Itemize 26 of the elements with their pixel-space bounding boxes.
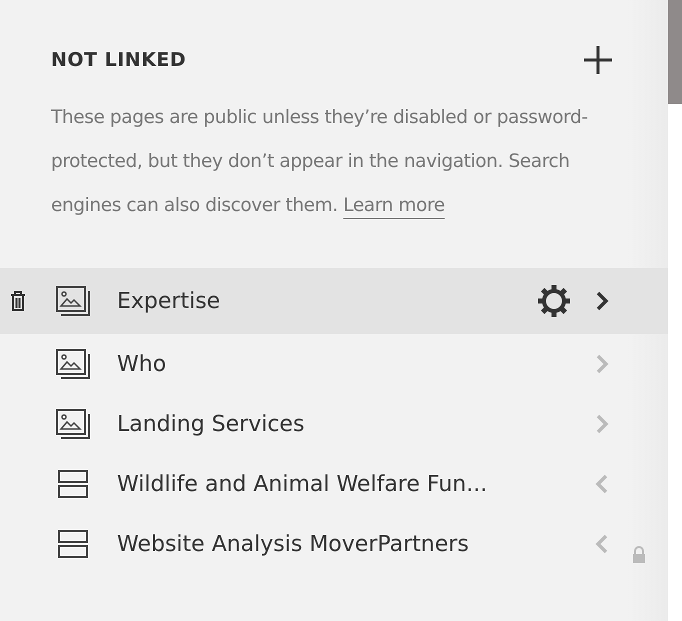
image-page-icon <box>56 349 90 379</box>
page-title: Wildlife and Animal Welfare Fun... <box>117 472 488 496</box>
stacked-rectangles-icon <box>56 529 90 559</box>
scrollbar-thumb[interactable] <box>668 0 682 104</box>
page-title: Expertise <box>117 288 222 314</box>
chevron-left-icon[interactable] <box>595 474 609 494</box>
section-title: NOT LINKED <box>51 49 186 71</box>
trash-icon[interactable] <box>10 291 26 311</box>
page-title: Landing Services <box>117 412 306 436</box>
scrollbar[interactable] <box>668 0 682 621</box>
chevron-right-icon[interactable] <box>595 291 609 311</box>
add-button[interactable] <box>584 46 612 74</box>
learn-more-link[interactable]: Learn more <box>343 195 445 216</box>
chevron-left-icon[interactable] <box>595 534 609 554</box>
page-title: Who <box>117 352 168 376</box>
page-row[interactable]: Wildlife and Animal Welfare Fun... <box>0 454 668 514</box>
image-page-icon <box>56 286 90 316</box>
settings-icon[interactable] <box>537 284 571 318</box>
page-title: Website Analysis MoverPartners <box>117 532 470 556</box>
page-row[interactable]: Expertise <box>0 268 668 334</box>
image-page-icon <box>56 409 90 439</box>
stacked-rectangles-icon <box>56 469 90 499</box>
page-row[interactable]: Website Analysis MoverPartners <box>0 514 668 574</box>
page-row[interactable]: Landing Services <box>0 394 668 454</box>
description-text: These pages are public unless they’re disabled or password-protected, but they don’t appear in the navigation. Search engines can also discover them. Learn more <box>51 106 589 218</box>
page-row[interactable]: Who <box>0 334 668 394</box>
